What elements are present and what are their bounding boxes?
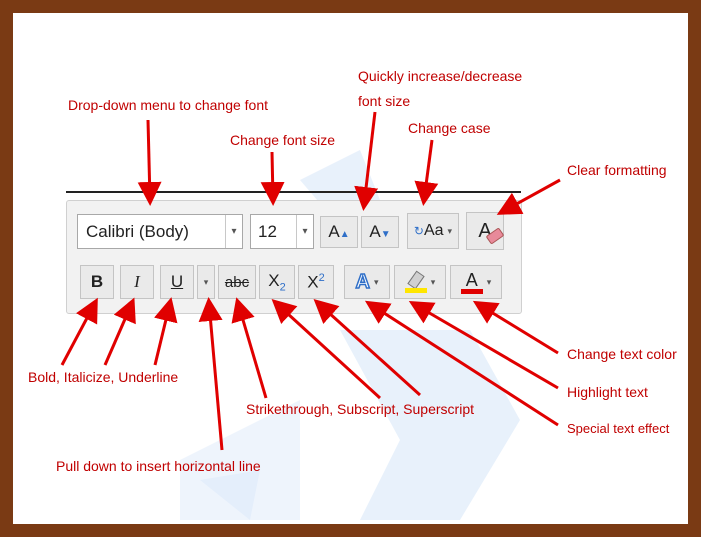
label-grow-shrink-line1: Quickly increase/decrease xyxy=(358,68,523,84)
label-highlight: Highlight text xyxy=(567,384,648,400)
arrow-grow-shrink xyxy=(354,111,379,211)
label-text-effect: Special text effect xyxy=(567,421,670,436)
arrow-font-menu xyxy=(137,119,162,206)
label-change-case: Change case xyxy=(408,120,491,136)
label-font-size: Change font size xyxy=(230,132,336,148)
label-clear-formatting: Clear formatting xyxy=(567,162,667,178)
arrow-subscript xyxy=(271,298,382,400)
label-text-color: Change text color xyxy=(567,346,677,362)
arrow-superscript xyxy=(313,298,422,397)
label-strike-sub-super: Strikethrough, Subscript, Superscript xyxy=(246,401,474,417)
label-pull-down: Pull down to insert horizontal line xyxy=(56,458,261,474)
arrow-change-case xyxy=(414,139,439,206)
arrow-underline xyxy=(153,297,178,366)
label-bold-italic-underline: Bold, Italicize, Underline xyxy=(28,369,179,385)
arrow-bold xyxy=(60,297,98,366)
annotation-arrows xyxy=(60,111,561,451)
label-font-menu: Drop-down menu to change font xyxy=(68,97,269,113)
arrow-font-size xyxy=(260,151,285,206)
label-grow-shrink-line2: font size xyxy=(358,93,411,109)
arrow-pull-down xyxy=(198,297,224,451)
arrow-clear-formatting xyxy=(496,178,561,215)
arrow-italic xyxy=(103,297,136,366)
arrow-strikethrough xyxy=(231,297,268,399)
arrow-text-color xyxy=(472,300,559,355)
